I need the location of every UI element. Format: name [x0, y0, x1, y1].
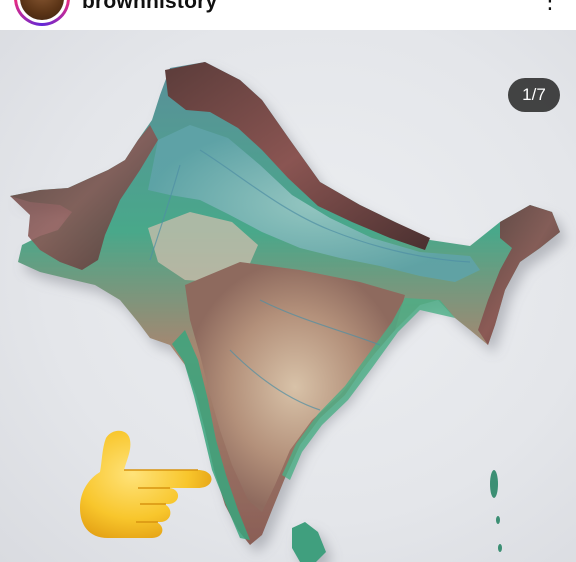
more-options-icon[interactable]: ⋮ — [536, 0, 564, 16]
username[interactable]: brownhistory — [82, 0, 217, 14]
andaman-islands — [490, 470, 502, 552]
slide-counter-badge: 1/7 — [508, 78, 560, 112]
avatar-border — [17, 0, 67, 23]
relief-map-image — [10, 62, 560, 562]
backhand-index-pointing-right-emoji — [80, 430, 212, 538]
post-header: brownhistory ⋮ — [0, 0, 576, 30]
profile-avatar-ring[interactable] — [14, 0, 70, 26]
post-image[interactable]: 1/7 — [0, 30, 576, 562]
avatar — [20, 0, 64, 20]
